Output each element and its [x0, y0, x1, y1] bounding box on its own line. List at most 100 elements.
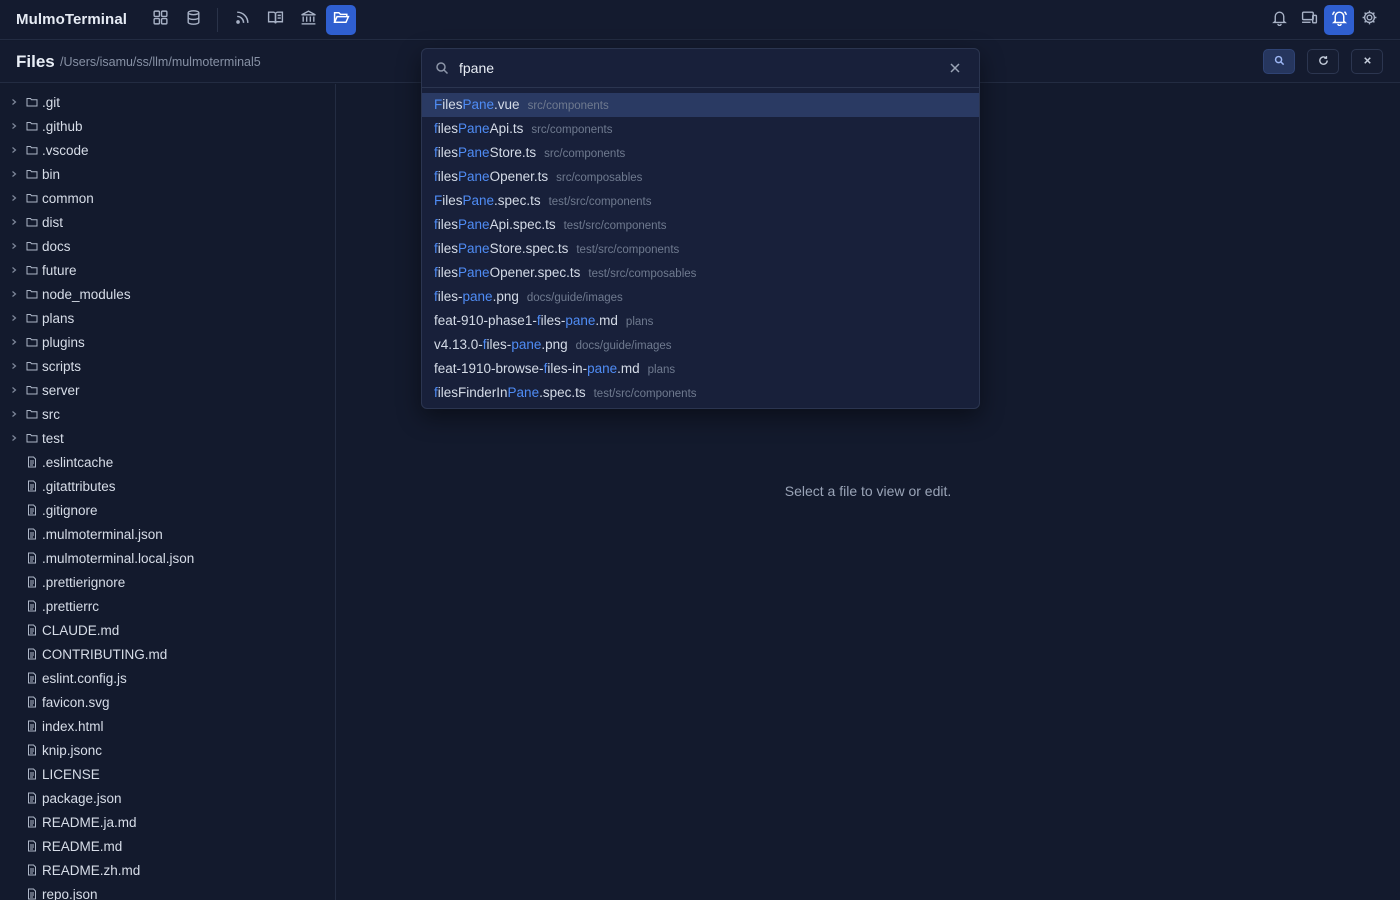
filename-segment: iles-in-: [547, 361, 588, 376]
tree-folder-row[interactable]: future: [0, 258, 335, 282]
tree-file-row[interactable]: knip.jsonc: [0, 738, 335, 762]
close-files-button[interactable]: [1351, 49, 1383, 74]
finder-result-row[interactable]: v4.13.0-files-pane.png docs/guide/images: [422, 333, 979, 357]
tree-file-label: .mulmoterminal.json: [42, 526, 163, 542]
finder-result-row[interactable]: filesPaneApi.spec.ts test/src/components: [422, 213, 979, 237]
filename-segment: Store.ts: [489, 145, 537, 160]
dashboard-button[interactable]: [145, 5, 175, 35]
feeds-button[interactable]: [227, 5, 257, 35]
finder-result-row[interactable]: files-pane.png docs/guide/images: [422, 285, 979, 309]
file-icon: [26, 744, 40, 756]
result-filename: filesPaneOpener.ts: [434, 169, 548, 184]
finder-result-row[interactable]: filesPaneOpener.ts src/composables: [422, 165, 979, 189]
tree-folder-row[interactable]: dist: [0, 210, 335, 234]
tree-file-row[interactable]: .gitattributes: [0, 474, 335, 498]
finder-result-row[interactable]: filesPaneApi.ts src/components: [422, 117, 979, 141]
tree-file-row[interactable]: .eslintcache: [0, 450, 335, 474]
chevron-right-icon[interactable]: [8, 266, 20, 274]
tree-folder-row[interactable]: bin: [0, 162, 335, 186]
finder-result-row[interactable]: filesPaneStore.spec.ts test/src/component…: [422, 237, 979, 261]
tree-file-row[interactable]: README.md: [0, 834, 335, 858]
tree-file-row[interactable]: .prettierrc: [0, 594, 335, 618]
chevron-right-icon[interactable]: [8, 218, 20, 226]
finder-result-row[interactable]: filesPaneOpener.spec.ts test/src/composab…: [422, 261, 979, 285]
chevron-right-icon[interactable]: [8, 146, 20, 154]
tree-folder-row[interactable]: common: [0, 186, 335, 210]
finder-result-row[interactable]: FilesPane.spec.ts test/src/components: [422, 189, 979, 213]
filename-segment: iles-: [486, 337, 512, 352]
library-button[interactable]: [293, 5, 323, 35]
page-title: Files: [16, 52, 55, 71]
tree-folder-row[interactable]: .github: [0, 114, 335, 138]
finder-result-row[interactable]: FilesPane.vue src/components: [422, 93, 979, 117]
tree-folder-row[interactable]: test: [0, 426, 335, 450]
chevron-right-icon[interactable]: [8, 434, 20, 442]
tree-file-row[interactable]: LICENSE: [0, 762, 335, 786]
notifications-button[interactable]: [1264, 5, 1294, 35]
tree-file-row[interactable]: .mulmoterminal.local.json: [0, 546, 335, 570]
chevron-right-icon[interactable]: [8, 242, 20, 250]
docs-button[interactable]: [260, 5, 290, 35]
result-filename: files-pane.png: [434, 289, 519, 304]
tree-file-row[interactable]: README.zh.md: [0, 858, 335, 882]
tree-folder-row[interactable]: plans: [0, 306, 335, 330]
search-icon: [435, 61, 449, 80]
tree-folder-row[interactable]: server: [0, 378, 335, 402]
filename-segment: Store.spec.ts: [489, 241, 569, 256]
tree-file-row[interactable]: .gitignore: [0, 498, 335, 522]
chevron-right-icon[interactable]: [8, 122, 20, 130]
tree-file-label: README.zh.md: [42, 862, 141, 878]
tree-folder-row[interactable]: docs: [0, 234, 335, 258]
chevron-right-icon[interactable]: [8, 170, 20, 178]
alerts-toggle-button[interactable]: [1324, 5, 1354, 35]
search-files-button[interactable]: [1263, 49, 1295, 74]
tree-file-row[interactable]: favicon.svg: [0, 690, 335, 714]
match-highlight: Pane: [458, 217, 490, 232]
tree-file-row[interactable]: eslint.config.js: [0, 666, 335, 690]
filename-segment: iles: [437, 217, 459, 232]
tree-file-row[interactable]: repo.json: [0, 882, 335, 900]
chevron-right-icon[interactable]: [8, 314, 20, 322]
tree-file-row[interactable]: .mulmoterminal.json: [0, 522, 335, 546]
chevron-right-icon[interactable]: [8, 290, 20, 298]
settings-button[interactable]: [1354, 5, 1384, 35]
tree-file-row[interactable]: CLAUDE.md: [0, 618, 335, 642]
tree-folder-row[interactable]: node_modules: [0, 282, 335, 306]
chevron-right-icon[interactable]: [8, 98, 20, 106]
files-button[interactable]: [326, 4, 357, 35]
chevron-right-icon[interactable]: [8, 410, 20, 418]
tree-folder-row[interactable]: .vscode: [0, 138, 335, 162]
finder-result-row[interactable]: filesPaneStore.ts src/components: [422, 141, 979, 165]
tree-folder-row[interactable]: .git: [0, 90, 335, 114]
folder-icon: [26, 384, 40, 396]
tree-file-row[interactable]: index.html: [0, 714, 335, 738]
app-title: MulmoTerminal: [16, 11, 128, 28]
finder-result-row[interactable]: filesFinderInPane.spec.ts test/src/compon…: [422, 381, 979, 405]
folder-icon: [26, 240, 40, 252]
folder-icon: [26, 168, 40, 180]
tree-file-row[interactable]: CONTRIBUTING.md: [0, 642, 335, 666]
finder-result-row[interactable]: feat-910-phase1-files-pane.md plans: [422, 309, 979, 333]
chevron-right-icon[interactable]: [8, 386, 20, 394]
chevron-right-icon[interactable]: [8, 338, 20, 346]
finder-search-input[interactable]: [459, 57, 939, 79]
result-directory: src/components: [531, 124, 613, 136]
tree-folder-row[interactable]: scripts: [0, 354, 335, 378]
database-button[interactable]: [178, 5, 208, 35]
tree-file-row[interactable]: README.ja.md: [0, 810, 335, 834]
tree-folder-label: future: [42, 262, 77, 278]
chevron-right-icon[interactable]: [8, 362, 20, 370]
tree-file-label: LICENSE: [42, 766, 100, 782]
refresh-button[interactable]: [1307, 49, 1339, 74]
tree-file-row[interactable]: package.json: [0, 786, 335, 810]
result-directory: test/src/composables: [588, 268, 697, 280]
filename-segment: Opener.ts: [489, 169, 549, 184]
tree-file-row[interactable]: .prettierignore: [0, 570, 335, 594]
chevron-right-icon[interactable]: [8, 194, 20, 202]
finder-result-row[interactable]: feat-1910-browse-files-in-pane.md plans: [422, 357, 979, 381]
clear-search-button[interactable]: [949, 61, 961, 79]
file-icon: [26, 792, 40, 804]
tree-folder-row[interactable]: src: [0, 402, 335, 426]
tree-folder-row[interactable]: plugins: [0, 330, 335, 354]
devices-button[interactable]: [1294, 5, 1324, 35]
